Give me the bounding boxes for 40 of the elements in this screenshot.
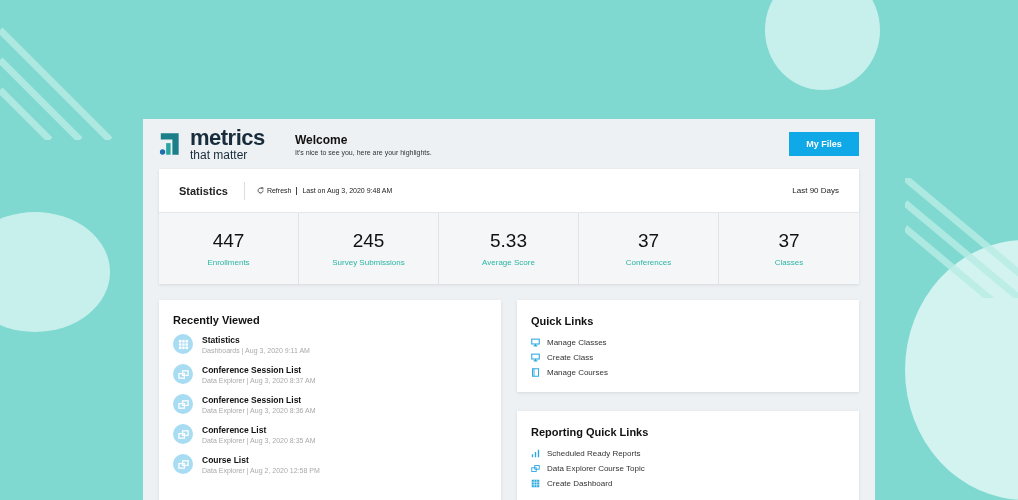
cubes-icon	[173, 424, 193, 444]
metric-value: 447	[212, 230, 245, 252]
item-link[interactable]: Conference List	[202, 424, 316, 435]
quick-link[interactable]: Manage Courses	[547, 368, 608, 377]
metric-value: 37	[637, 230, 660, 252]
card-title: Recently Viewed	[173, 314, 261, 326]
metric-value: 245	[352, 230, 385, 252]
quick-link[interactable]: Data Explorer Course Topic	[547, 464, 645, 473]
card-title: Quick Links	[531, 315, 595, 327]
date-range-label: Last 90 Days	[792, 186, 839, 195]
book-icon	[531, 368, 540, 377]
logo-name: metrics	[190, 127, 265, 149]
card-title: Reporting Quick Links	[531, 426, 650, 438]
metric-label: Classes	[774, 258, 804, 267]
grid-icon	[173, 334, 193, 354]
item-link[interactable]: Conference Session List	[202, 394, 316, 405]
grid-icon	[531, 479, 540, 488]
quick-link[interactable]: Create Dashboard	[547, 479, 613, 488]
cubes-icon	[173, 454, 193, 474]
item-link[interactable]: Conference Session List	[202, 364, 316, 375]
metric-label: Average Score	[482, 258, 535, 267]
metric-value: 37	[778, 230, 800, 252]
bar-chart-icon	[531, 449, 540, 458]
metric-label: Conferences	[625, 258, 672, 267]
item-link[interactable]: Course List	[202, 454, 320, 465]
cubes-icon	[531, 464, 540, 473]
metric-value: 5.33	[490, 230, 527, 252]
item-link[interactable]: Statistics	[202, 334, 310, 345]
logo-tagline: that matter	[190, 149, 249, 161]
statistics-title: Statistics	[179, 184, 228, 197]
monitor-icon	[531, 353, 540, 362]
quick-link[interactable]: Create Class	[547, 353, 594, 362]
metric-label: Survey Submissions	[332, 258, 405, 267]
quick-link[interactable]: Scheduled Ready Reports	[547, 449, 641, 458]
cubes-icon	[173, 364, 193, 384]
quick-link[interactable]: Manage Classes	[547, 338, 607, 347]
monitor-icon	[531, 338, 540, 347]
cubes-icon	[173, 394, 193, 414]
metric-label: Enrollments	[207, 258, 250, 267]
welcome-title: Welcome	[295, 132, 349, 147]
